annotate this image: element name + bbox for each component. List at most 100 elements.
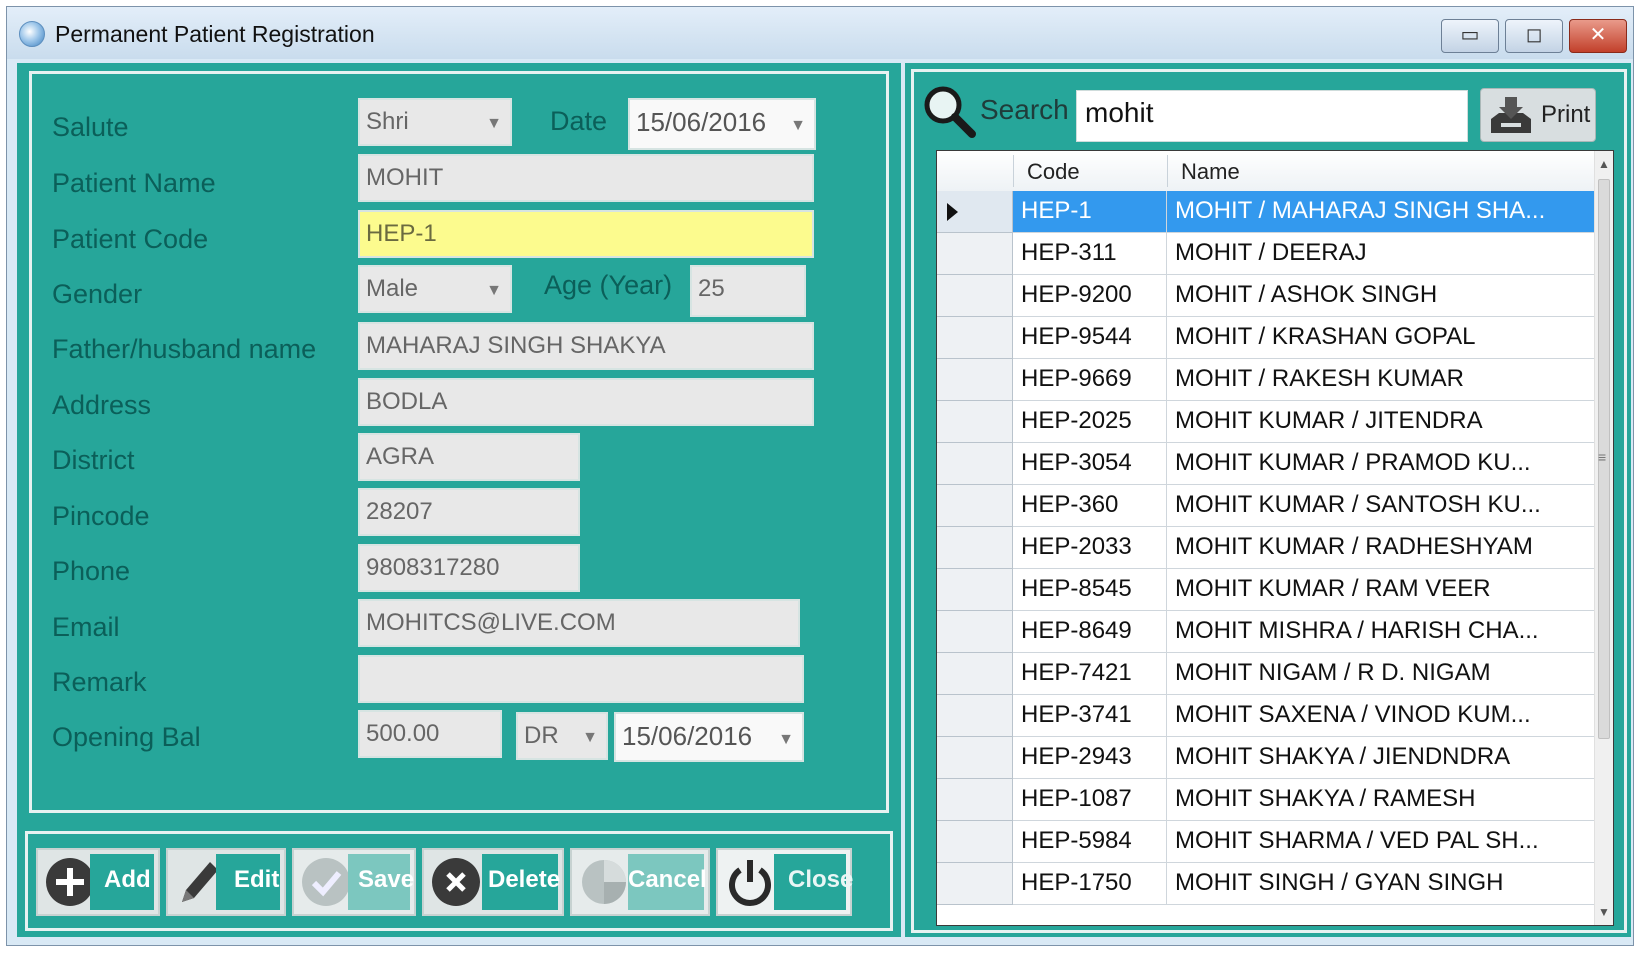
- row-name[interactable]: MOHIT / RAKESH KUMAR: [1167, 359, 1597, 401]
- row-name[interactable]: MOHIT / KRASHAN GOPAL: [1167, 317, 1597, 359]
- row-code[interactable]: HEP-3054: [1013, 443, 1167, 485]
- row-name[interactable]: MOHIT SHAKYA / JIENDNDRA: [1167, 737, 1597, 779]
- opening-bal-date-picker[interactable]: 15/06/2016 ▼: [614, 712, 804, 762]
- title-bar[interactable]: Permanent Patient Registration ▭ ◻ ✕: [7, 7, 1633, 59]
- table-row[interactable]: HEP-1750 MOHIT SINGH / GYAN SINGH: [937, 863, 1597, 905]
- row-code[interactable]: HEP-1750: [1013, 863, 1167, 905]
- edit-label: Edit: [234, 866, 280, 893]
- table-row[interactable]: HEP-1087 MOHIT SHAKYA / RAMESH: [937, 779, 1597, 821]
- table-row[interactable]: HEP-8649 MOHIT MISHRA / HARISH CHA...: [937, 611, 1597, 653]
- row-name[interactable]: MOHIT NIGAM / R D. NIGAM: [1167, 653, 1597, 695]
- row-name[interactable]: MOHIT SHAKYA / RAMESH: [1167, 779, 1597, 821]
- scroll-down-icon[interactable]: ▼: [1597, 905, 1611, 919]
- row-code[interactable]: HEP-3741: [1013, 695, 1167, 737]
- table-row[interactable]: HEP-2943 MOHIT SHAKYA / JIENDNDRA: [937, 737, 1597, 779]
- row-name[interactable]: MOHIT KUMAR / RADHESHYAM: [1167, 527, 1597, 569]
- minimize-button[interactable]: ▭: [1441, 19, 1499, 53]
- row-code[interactable]: HEP-9544: [1013, 317, 1167, 359]
- remark-label: Remark: [52, 667, 147, 697]
- table-row[interactable]: HEP-8545 MOHIT KUMAR / RAM VEER: [937, 569, 1597, 611]
- date-picker[interactable]: 15/06/2016 ▼: [628, 98, 816, 150]
- row-code[interactable]: HEP-9200: [1013, 275, 1167, 317]
- row-name[interactable]: MOHIT / MAHARAJ SINGH SHA...: [1167, 191, 1597, 233]
- address-label: Address: [52, 390, 152, 420]
- table-row[interactable]: HEP-311 MOHIT / DEERAJ: [937, 233, 1597, 275]
- row-code[interactable]: HEP-5984: [1013, 821, 1167, 863]
- column-header-name[interactable]: Name: [1181, 159, 1240, 185]
- search-icon: [924, 86, 976, 138]
- close-button[interactable]: Close: [716, 848, 853, 916]
- print-label: Print: [1541, 101, 1591, 128]
- patient-code-input[interactable]: HEP-1: [358, 210, 814, 258]
- row-code[interactable]: HEP-360: [1013, 485, 1167, 527]
- salute-select[interactable]: Shri ▼: [358, 98, 512, 146]
- table-row[interactable]: HEP-7421 MOHIT NIGAM / R D. NIGAM: [937, 653, 1597, 695]
- maximize-button[interactable]: ◻: [1505, 19, 1563, 53]
- table-row[interactable]: HEP-2025 MOHIT KUMAR / JITENDRA: [937, 401, 1597, 443]
- add-button[interactable]: Add: [36, 848, 160, 916]
- address-input[interactable]: BODLA: [358, 378, 814, 426]
- row-name[interactable]: MOHIT KUMAR / JITENDRA: [1167, 401, 1597, 443]
- table-row[interactable]: HEP-5984 MOHIT SHARMA / VED PAL SH...: [937, 821, 1597, 863]
- scroll-up-icon[interactable]: ▲: [1597, 157, 1611, 171]
- pincode-label: Pincode: [52, 501, 150, 531]
- delete-button[interactable]: Delete: [422, 848, 564, 916]
- table-row[interactable]: HEP-9544 MOHIT / KRASHAN GOPAL: [937, 317, 1597, 359]
- row-name[interactable]: MOHIT KUMAR / RAM VEER: [1167, 569, 1597, 611]
- close-window-button[interactable]: ✕: [1569, 19, 1627, 53]
- remark-input[interactable]: [358, 655, 804, 703]
- patient-code-label: Patient Code: [52, 224, 209, 254]
- table-row[interactable]: HEP-360 MOHIT KUMAR / SANTOSH KU...: [937, 485, 1597, 527]
- grid-scrollbar[interactable]: ▲ ≡ ▼: [1594, 151, 1613, 925]
- age-input[interactable]: 25: [690, 265, 806, 317]
- action-toolbar: Add Edit Save Delete Cancel Close: [25, 831, 893, 931]
- row-code[interactable]: HEP-1087: [1013, 779, 1167, 821]
- patient-name-input[interactable]: MOHIT: [358, 154, 814, 202]
- row-code[interactable]: HEP-2025: [1013, 401, 1167, 443]
- row-name[interactable]: MOHIT / DEERAJ: [1167, 233, 1597, 275]
- table-row[interactable]: HEP-2033 MOHIT KUMAR / RADHESHYAM: [937, 527, 1597, 569]
- print-button[interactable]: Print: [1480, 88, 1596, 142]
- row-code[interactable]: HEP-7421: [1013, 653, 1167, 695]
- registration-form: Salute Shri ▼ Date 15/06/2016 ▼ Patient …: [29, 71, 889, 813]
- father-husband-name-input[interactable]: MAHARAJ SINGH SHAKYA: [358, 322, 814, 370]
- row-name[interactable]: MOHIT SAXENA / VINOD KUM...: [1167, 695, 1597, 737]
- table-row[interactable]: HEP-1 MOHIT / MAHARAJ SINGH SHA...: [937, 191, 1597, 233]
- chevron-down-icon: ▼: [486, 282, 502, 299]
- pincode-input[interactable]: 28207: [358, 488, 580, 536]
- edit-button[interactable]: Edit: [166, 848, 286, 916]
- row-code[interactable]: HEP-2033: [1013, 527, 1167, 569]
- row-code[interactable]: HEP-8545: [1013, 569, 1167, 611]
- patient-name-label: Patient Name: [52, 168, 216, 198]
- row-name[interactable]: MOHIT SINGH / GYAN SINGH: [1167, 863, 1597, 905]
- row-code[interactable]: HEP-311: [1013, 233, 1167, 275]
- save-button[interactable]: Save: [292, 848, 416, 916]
- table-row[interactable]: HEP-3741 MOHIT SAXENA / VINOD KUM...: [937, 695, 1597, 737]
- table-row[interactable]: HEP-3054 MOHIT KUMAR / PRAMOD KU...: [937, 443, 1597, 485]
- column-header-code[interactable]: Code: [1027, 159, 1080, 185]
- district-input[interactable]: AGRA: [358, 433, 580, 481]
- date-label: Date: [550, 106, 608, 136]
- gender-select[interactable]: Male ▼: [358, 265, 512, 313]
- row-name[interactable]: MOHIT KUMAR / SANTOSH KU...: [1167, 485, 1597, 527]
- row-name[interactable]: MOHIT / ASHOK SINGH: [1167, 275, 1597, 317]
- search-input[interactable]: mohit: [1076, 90, 1468, 142]
- table-row[interactable]: HEP-9669 MOHIT / RAKESH KUMAR: [937, 359, 1597, 401]
- row-name[interactable]: MOHIT KUMAR / PRAMOD KU...: [1167, 443, 1597, 485]
- row-code[interactable]: HEP-8649: [1013, 611, 1167, 653]
- email-input[interactable]: MOHITCS@LIVE.COM: [358, 599, 800, 647]
- row-code[interactable]: HEP-9669: [1013, 359, 1167, 401]
- chevron-down-icon: ▼: [778, 731, 794, 748]
- row-code[interactable]: HEP-1: [1013, 191, 1167, 233]
- row-name[interactable]: MOHIT MISHRA / HARISH CHA...: [1167, 611, 1597, 653]
- row-code[interactable]: HEP-2943: [1013, 737, 1167, 779]
- phone-input[interactable]: 9808317280: [358, 544, 580, 592]
- cancel-button[interactable]: Cancel: [570, 848, 710, 916]
- opening-bal-amount-input[interactable]: 500.00: [358, 710, 502, 758]
- father-husband-name-label: Father/husband name: [52, 334, 317, 364]
- patient-registration-window: Permanent Patient Registration ▭ ◻ ✕ Sal…: [6, 6, 1634, 946]
- cancel-label: Cancel: [628, 866, 707, 893]
- table-row[interactable]: HEP-9200 MOHIT / ASHOK SINGH: [937, 275, 1597, 317]
- opening-bal-type-select[interactable]: DR ▼: [516, 712, 608, 760]
- row-name[interactable]: MOHIT SHARMA / VED PAL SH...: [1167, 821, 1597, 863]
